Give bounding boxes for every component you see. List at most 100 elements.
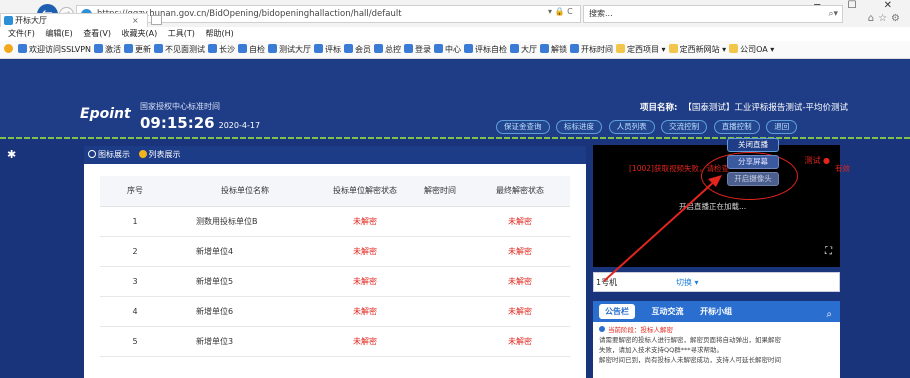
table-row[interactable]: 2 新增单位4 未解密 未解密 <box>100 236 570 267</box>
menu-edit[interactable]: 编辑(E) <box>45 29 72 38</box>
clock-date: 2020-4-17 <box>218 121 261 130</box>
cell-time <box>410 236 470 267</box>
cell-time <box>410 296 470 327</box>
bid-list-panel: 图标展示 列表展示 序号 投标单位名称 投标单位解密状态 解密时间 最终解密状态… <box>84 146 586 378</box>
favorite-label: 开标时间 <box>581 45 614 54</box>
app-header: Epoint 国家授权中心标准时间 09:15:26 2020-4-17 项目名称… <box>0 59 910 139</box>
cell-no: 4 <box>100 296 170 327</box>
time-source-label: 国家授权中心标准时间 <box>140 102 220 111</box>
notice-search-icon[interactable]: ⌕ <box>826 304 832 325</box>
table-row[interactable]: 4 新增单位6 未解密 未解密 <box>100 296 570 327</box>
favorite-item[interactable]: 会员 <box>344 41 371 58</box>
page-icon <box>540 44 550 53</box>
cell-name: 新增单位3 <box>170 326 320 357</box>
favorite-item[interactable]: 测试大厅 <box>268 41 312 58</box>
col-status: 投标单位解密状态 <box>320 176 410 207</box>
tab-favicon-icon <box>4 16 13 25</box>
home-star-gear-icons[interactable]: ⌂☆⚙ <box>868 13 904 24</box>
progress-button[interactable]: 标标进度 <box>556 120 603 134</box>
page-icon <box>238 44 248 53</box>
folder-icon <box>729 44 739 53</box>
menu-favorites[interactable]: 收藏夹(A) <box>122 29 158 38</box>
menu-help[interactable]: 帮助(H) <box>205 29 233 38</box>
browser-tab[interactable]: 开标大厅 × <box>0 13 148 27</box>
favorite-item[interactable]: 自检 <box>238 41 265 58</box>
cell-status: 未解密 <box>320 326 410 357</box>
cell-no: 5 <box>100 326 170 357</box>
favorite-item[interactable]: 不见面测试 <box>154 41 205 58</box>
switch-dropdown[interactable]: 切换 ▾ <box>676 277 699 288</box>
favorite-item[interactable]: 评标 <box>314 41 342 58</box>
cell-no: 1 <box>100 206 170 237</box>
close-live-button[interactable]: 关闭直播 <box>727 138 779 152</box>
address-tools[interactable]: ▾ 🔒 C <box>548 7 573 16</box>
table-row[interactable]: 1 测数用投标单位B 未解密 未解密 <box>100 206 570 237</box>
favorite-item[interactable]: 定西项目 ▾ <box>616 41 666 58</box>
page-icon <box>314 44 324 53</box>
video-status-badge: 测试 ● <box>804 156 830 165</box>
favorite-label: 评标 <box>325 45 342 54</box>
tab-close-icon[interactable]: × <box>132 14 139 27</box>
favorite-label: 公司OA ▾ <box>740 45 775 54</box>
tab-opening-group[interactable]: 开标小组 <box>700 307 732 316</box>
device-label: 1号机 <box>596 278 618 287</box>
table-header-row: 序号 投标单位名称 投标单位解密状态 解密时间 最终解密状态 <box>100 176 570 207</box>
tab-interaction[interactable]: 互动交流 <box>652 307 684 316</box>
deposit-query-button[interactable]: 保证金查询 <box>496 120 550 134</box>
favorite-label: 长沙 <box>219 45 236 54</box>
favorite-item[interactable]: 激活 <box>94 41 121 58</box>
favorite-item[interactable]: 大厅 <box>510 41 538 58</box>
list-view-label: 列表展示 <box>148 150 181 159</box>
tab-notice-board[interactable]: 公告栏 <box>599 304 635 319</box>
logo: Epoint <box>80 106 131 122</box>
favorite-label: 中心 <box>445 45 462 54</box>
favorite-item[interactable]: 开标时间 <box>570 41 614 58</box>
back-button-header[interactable]: 退回 <box>766 120 798 134</box>
favorite-item[interactable]: 解锁 <box>540 41 567 58</box>
cell-name: 测数用投标单位B <box>170 206 320 237</box>
favorite-label: 更新 <box>135 45 152 54</box>
live-control-button[interactable]: 直播控制 <box>713 120 760 134</box>
favorite-item[interactable]: 欢迎访问SSLVPN <box>18 41 91 58</box>
favorite-label: 测试大厅 <box>279 45 312 54</box>
table-row[interactable]: 5 新增单位3 未解密 未解密 <box>100 326 570 357</box>
cell-time <box>410 206 470 237</box>
clock-time: 09:15:26 <box>140 114 215 132</box>
favorite-item[interactable]: 总控 <box>374 41 401 58</box>
cell-final-status: 未解密 <box>470 326 570 357</box>
share-screen-button[interactable]: 分享屏幕 <box>727 155 779 169</box>
favorite-item[interactable]: 公司OA ▾ <box>729 41 775 58</box>
people-list-button[interactable]: 人员列表 <box>608 120 655 134</box>
menu-view[interactable]: 查看(V) <box>83 29 111 38</box>
notice-tabs: 公告栏 互动交流 开标小组 ⌕ <box>593 301 840 322</box>
search-input[interactable]: 搜索... ⌕▾ <box>583 5 843 23</box>
open-camera-button[interactable]: 开启摄像头 <box>727 172 779 186</box>
page-icon <box>268 44 278 53</box>
new-tab-button[interactable] <box>151 15 162 25</box>
header-button-group: 保证金查询 标标进度 人员列表 交流控制 直播控制 退回 <box>496 120 801 134</box>
favorite-item[interactable]: 定西新网站 ▾ <box>668 41 727 58</box>
menu-tools[interactable]: 工具(T) <box>168 29 195 38</box>
favorite-label: 大厅 <box>521 45 538 54</box>
menu-toggle-icon[interactable]: ✱ <box>7 148 16 161</box>
cell-name: 新增单位6 <box>170 296 320 327</box>
menu-file[interactable]: 文件(F) <box>8 29 35 38</box>
fullscreen-icon[interactable]: ⛶ <box>825 246 832 257</box>
favorite-item[interactable]: 长沙 <box>208 41 236 58</box>
favorite-item[interactable]: 登录 <box>404 41 431 58</box>
favorites-star-icon[interactable] <box>4 41 15 58</box>
tab-row: 开标大厅 × <box>0 13 170 27</box>
list-view-option[interactable]: 列表展示 <box>138 150 181 159</box>
page-icon <box>18 44 27 53</box>
favorite-item[interactable]: 中心 <box>434 41 462 58</box>
window-controls[interactable]: ─ ☐ ✕ <box>814 0 904 11</box>
page-icon <box>94 44 104 53</box>
table-row[interactable]: 3 新增单位5 未解密 未解密 <box>100 266 570 297</box>
chat-control-button[interactable]: 交流控制 <box>661 120 708 134</box>
favorite-item[interactable]: 更新 <box>124 41 152 58</box>
favorite-label: 定西新网站 ▾ <box>679 45 727 54</box>
favorite-item[interactable]: 评标自检 <box>464 41 508 58</box>
cell-no: 3 <box>100 266 170 297</box>
icon-view-option[interactable]: 图标展示 <box>88 150 130 159</box>
favorite-label: 评标自检 <box>475 45 508 54</box>
